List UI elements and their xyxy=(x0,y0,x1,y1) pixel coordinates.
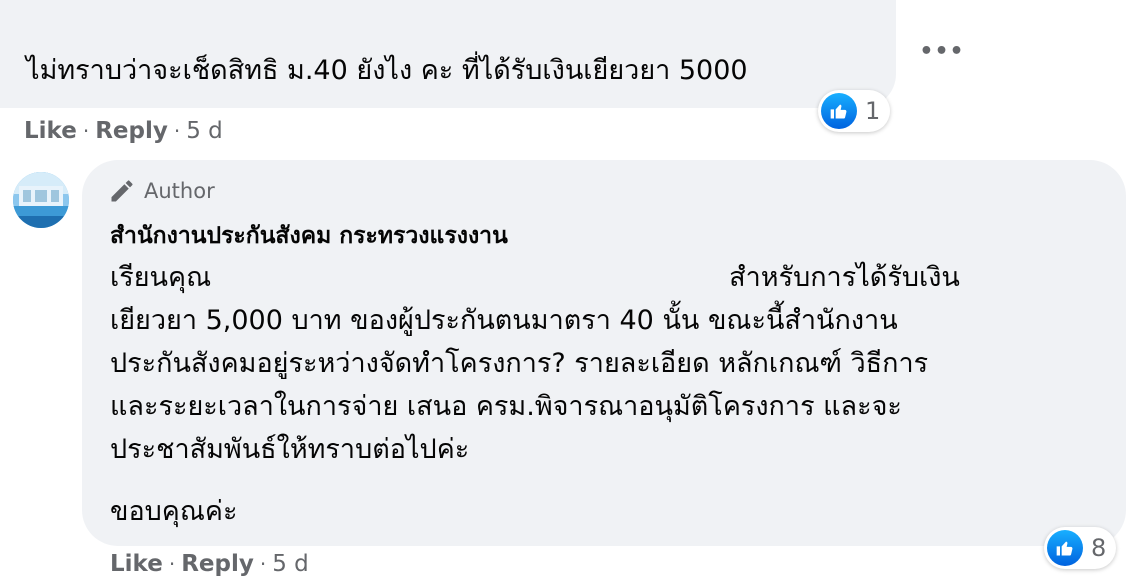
timestamp[interactable]: 5 d xyxy=(272,551,309,577)
reply-link[interactable]: Reply xyxy=(181,551,254,577)
reply-closing: ขอบคุณค่ะ xyxy=(110,496,238,527)
author-badge: Author xyxy=(108,177,215,205)
reply-line-3: ประกันสังคมอยู่ระหว่างจัดทำโครงการ? รายล… xyxy=(110,348,929,379)
like-link[interactable]: Like xyxy=(110,551,163,577)
comment-text: ไม่ทราบว่าจะเช็ดสิทธิ ม.40 ยังไง คะ ที่ไ… xyxy=(26,55,748,86)
reply-line-2: เยียวยา 5,000 บาท ของผู้ประกันตนมาตรา 40… xyxy=(110,305,898,336)
comment-actions: Like · Reply · 5 d xyxy=(24,118,223,144)
pen-icon xyxy=(111,180,133,202)
reply-line-5: ประชาสัมพันธ์ให้ทราบต่อไปค่ะ xyxy=(110,434,470,465)
reaction-count: 8 xyxy=(1091,534,1107,562)
author-badge-label: Author xyxy=(144,179,215,203)
reply-line-1-start: เรียนคุณ xyxy=(110,262,212,293)
reaction-count-pill[interactable]: 1 xyxy=(818,90,891,132)
reaction-count: 1 xyxy=(865,97,881,125)
timestamp[interactable]: 5 d xyxy=(186,118,223,144)
commenter-name[interactable]: สำนักงานประกันสังคม กระทรวงแรงงาน xyxy=(110,218,508,254)
reaction-count-pill[interactable]: 8 xyxy=(1044,527,1117,569)
more-options-button[interactable]: ••• xyxy=(919,34,965,70)
thumbs-up-icon xyxy=(1047,530,1083,566)
thumbs-up-icon xyxy=(821,93,857,129)
comment-thread: ไม่ทราบว่าจะเช็ดสิทธิ ม.40 ยังไง คะ ที่ไ… xyxy=(0,0,1144,580)
reply-line-4: และระยะเวลาในการจ่าย เสนอ ครม.พิจารณาอนุ… xyxy=(110,391,902,422)
reply-link[interactable]: Reply xyxy=(95,118,168,144)
more-horizontal-icon: ••• xyxy=(919,39,965,64)
avatar[interactable] xyxy=(13,172,69,228)
reply-line-1-end: สำหรับการได้รับเงิน xyxy=(729,262,960,293)
comment-bubble: ไม่ทราบว่าจะเช็ดสิทธิ ม.40 ยังไง คะ ที่ไ… xyxy=(0,0,896,108)
reply-text: เรียนคุณ สำหรับการได้รับเงิน เยียวยา 5,00… xyxy=(110,256,960,533)
like-link[interactable]: Like xyxy=(24,118,77,144)
reply-actions: Like · Reply · 5 d xyxy=(110,551,309,577)
